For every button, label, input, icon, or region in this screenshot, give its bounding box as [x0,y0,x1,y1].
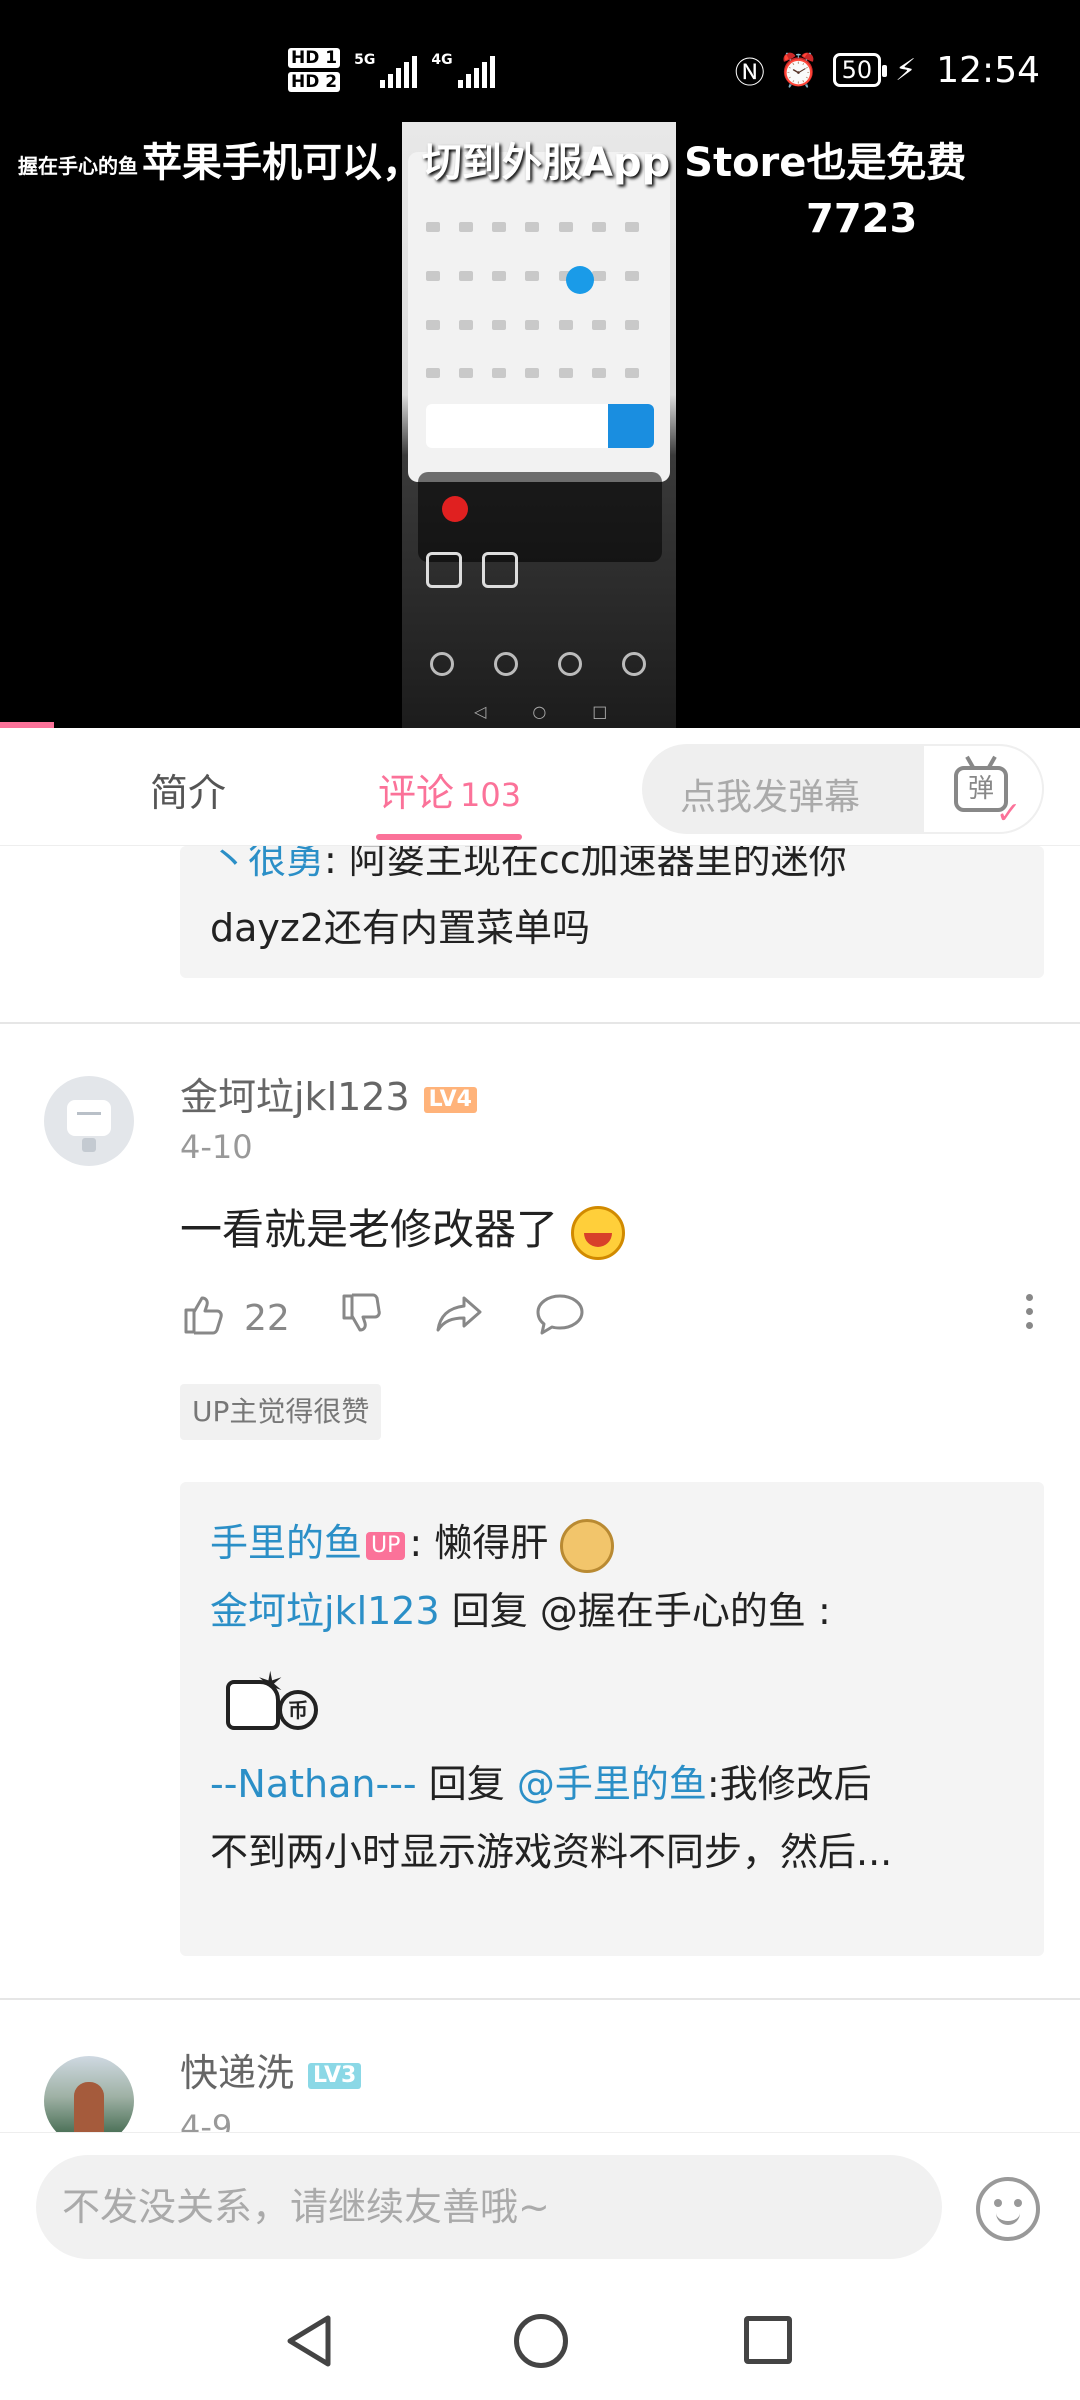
comment-date: 4-9 [180,2108,233,2132]
system-nav-bar [0,2282,1080,2400]
alarm-icon: ⏰ [778,51,819,89]
level-badge: LV4 [423,1086,477,1113]
sticker-coin: 币 [278,1690,318,1730]
reply-text: :我修改后 [706,1762,872,1806]
check-icon: ✓ [996,796,1022,831]
signal-4g-icon: 4G [431,52,495,88]
music-widget [418,472,662,562]
back-icon[interactable] [284,2314,334,2372]
level-badge: LV3 [308,2062,362,2089]
reply-mention[interactable]: @手里的鱼 [517,1762,707,1806]
previous-replies[interactable]: 丶很勇: 阿婆主现在cc加速器里的迷你 dayz2还有内置菜单吗 [180,846,1044,978]
video-nav-icons: ◁ ○ □ [474,702,608,721]
reply-text: : [817,1589,831,1633]
avatar[interactable] [44,1076,134,1166]
emoji-icon[interactable] [976,2177,1040,2241]
net2-label: 4G [431,52,453,68]
reply-text: : 阿婆主现在cc加速器里的迷你 [324,846,847,882]
doge-emoji-icon [560,1518,615,1573]
thumbs-up-icon[interactable] [180,1290,228,1347]
danmaku-number: 7723 [806,196,918,242]
battery-icon: 50 [832,53,887,87]
thumbs-down-icon[interactable] [338,1290,386,1347]
home-icon[interactable] [514,2314,568,2368]
thumbs-up-coin-sticker-icon: ✶ 币 [220,1646,330,1742]
laughing-emoji-icon [571,1205,626,1260]
hd2-label: HD 2 [288,72,341,92]
tab-bar: 简介 评论 103 点我发弹幕 弹 ✓ [0,728,1080,846]
reply-word: 回复 [451,1589,528,1633]
reply-user[interactable]: 金坷垃jkl123 [210,1589,440,1633]
username-text[interactable]: 快递洗 [180,2051,294,2095]
danmaku-placeholder: 点我发弹幕 [680,777,861,818]
app-icons [426,552,518,588]
clock: 12:54 [936,49,1040,91]
username-text[interactable]: 金坷垃jkl123 [180,1075,410,1119]
reply-word: 回复 [428,1762,505,1806]
hd-indicator: HD 1 HD 2 [288,48,341,92]
comment-input-bar: 不发没关系，请继续友善哦~ [0,2132,1080,2282]
nfc-icon: Ⓝ [734,56,765,91]
comment-item: 快递洗 LV3 4-9 [0,2000,1080,2132]
comments-count: 103 [460,776,522,814]
tab-indicator [376,834,522,840]
video-player[interactable]: HD 1 HD 2 5G 4G Ⓝ ⏰ 50 ⚡ 12:54 ◁ ○ □ 握在手… [0,0,1080,728]
hd1-label: HD 1 [288,48,341,68]
recent-apps-icon[interactable] [744,2316,792,2364]
danmaku-text-small: 握在手心的鱼 [18,154,138,178]
comment-input[interactable]: 不发没关系，请继续友善哦~ [36,2155,942,2259]
reply-user[interactable]: 丶很勇 [210,846,324,882]
signal-5g-icon: 5G [354,52,418,88]
comment-username[interactable]: 快递洗 LV3 [180,2042,362,2097]
dock-icons [430,652,646,676]
reply-item[interactable]: 手里的鱼 UP: 懒得肝 [210,1504,1014,1582]
reply-user[interactable]: --Nathan--- [210,1762,417,1806]
video-frame: ◁ ○ □ [402,122,676,728]
danmaku-toggle-button[interactable]: 弹 ✓ [922,744,1044,834]
reply-text-line2: 不到两小时显示游戏资料不同步，然后... [210,1830,893,1874]
up-badge: UP [366,1531,406,1560]
reply-item[interactable]: 金坷垃jkl123 回复 @握在手心的鱼 : [210,1582,1014,1640]
reply-mention: @握在手心的鱼 [539,1589,806,1633]
up-liked-badge: UP主觉得很赞 [180,1384,382,1440]
tab-comments-label: 评论 [378,771,455,815]
comment-text-content: 一看就是老修改器了 [180,1205,559,1254]
comment-actions: 22 [180,1290,586,1347]
tab-intro[interactable]: 简介 [150,762,226,817]
more-icon[interactable] [1026,1294,1034,1334]
charging-icon: ⚡ [895,52,917,88]
reply-text-line2: dayz2还有内置菜单吗 [210,906,591,950]
comment-date: 4-10 [180,1128,253,1166]
reply-text: : 懒得肝 [409,1521,549,1565]
avatar[interactable] [44,2056,134,2132]
status-bar: HD 1 HD 2 5G 4G Ⓝ ⏰ 50 ⚡ 12:54 [0,48,1080,108]
reply-user[interactable]: 手里的鱼 [210,1521,362,1565]
net1-label: 5G [354,52,376,68]
comment-text: 一看就是老修改器了 [180,1196,626,1260]
danmaku-text: 苹果手机可以，切到外服App Store也是免费 [142,140,967,186]
share-icon[interactable] [434,1290,486,1347]
divider [0,1022,1080,1024]
comment-username[interactable]: 金坷垃jkl123 LV4 [180,1066,477,1121]
tab-comments[interactable]: 评论 103 [378,762,521,817]
search-widget [426,404,654,448]
like-count: 22 [244,1298,290,1339]
danmaku-input[interactable]: 点我发弹幕 弹 ✓ [642,744,1044,834]
replies-box[interactable]: 手里的鱼UP: 懒得肝 金坷垃jkl123 回复 @握在手心的鱼 : ✶ 币 -… [180,1482,1044,1956]
reply-item[interactable]: --Nathan--- 回复 @手里的鱼:我修改后 不到两小时显示游戏资料不同步… [210,1750,1014,1886]
comment-icon[interactable] [534,1290,586,1347]
